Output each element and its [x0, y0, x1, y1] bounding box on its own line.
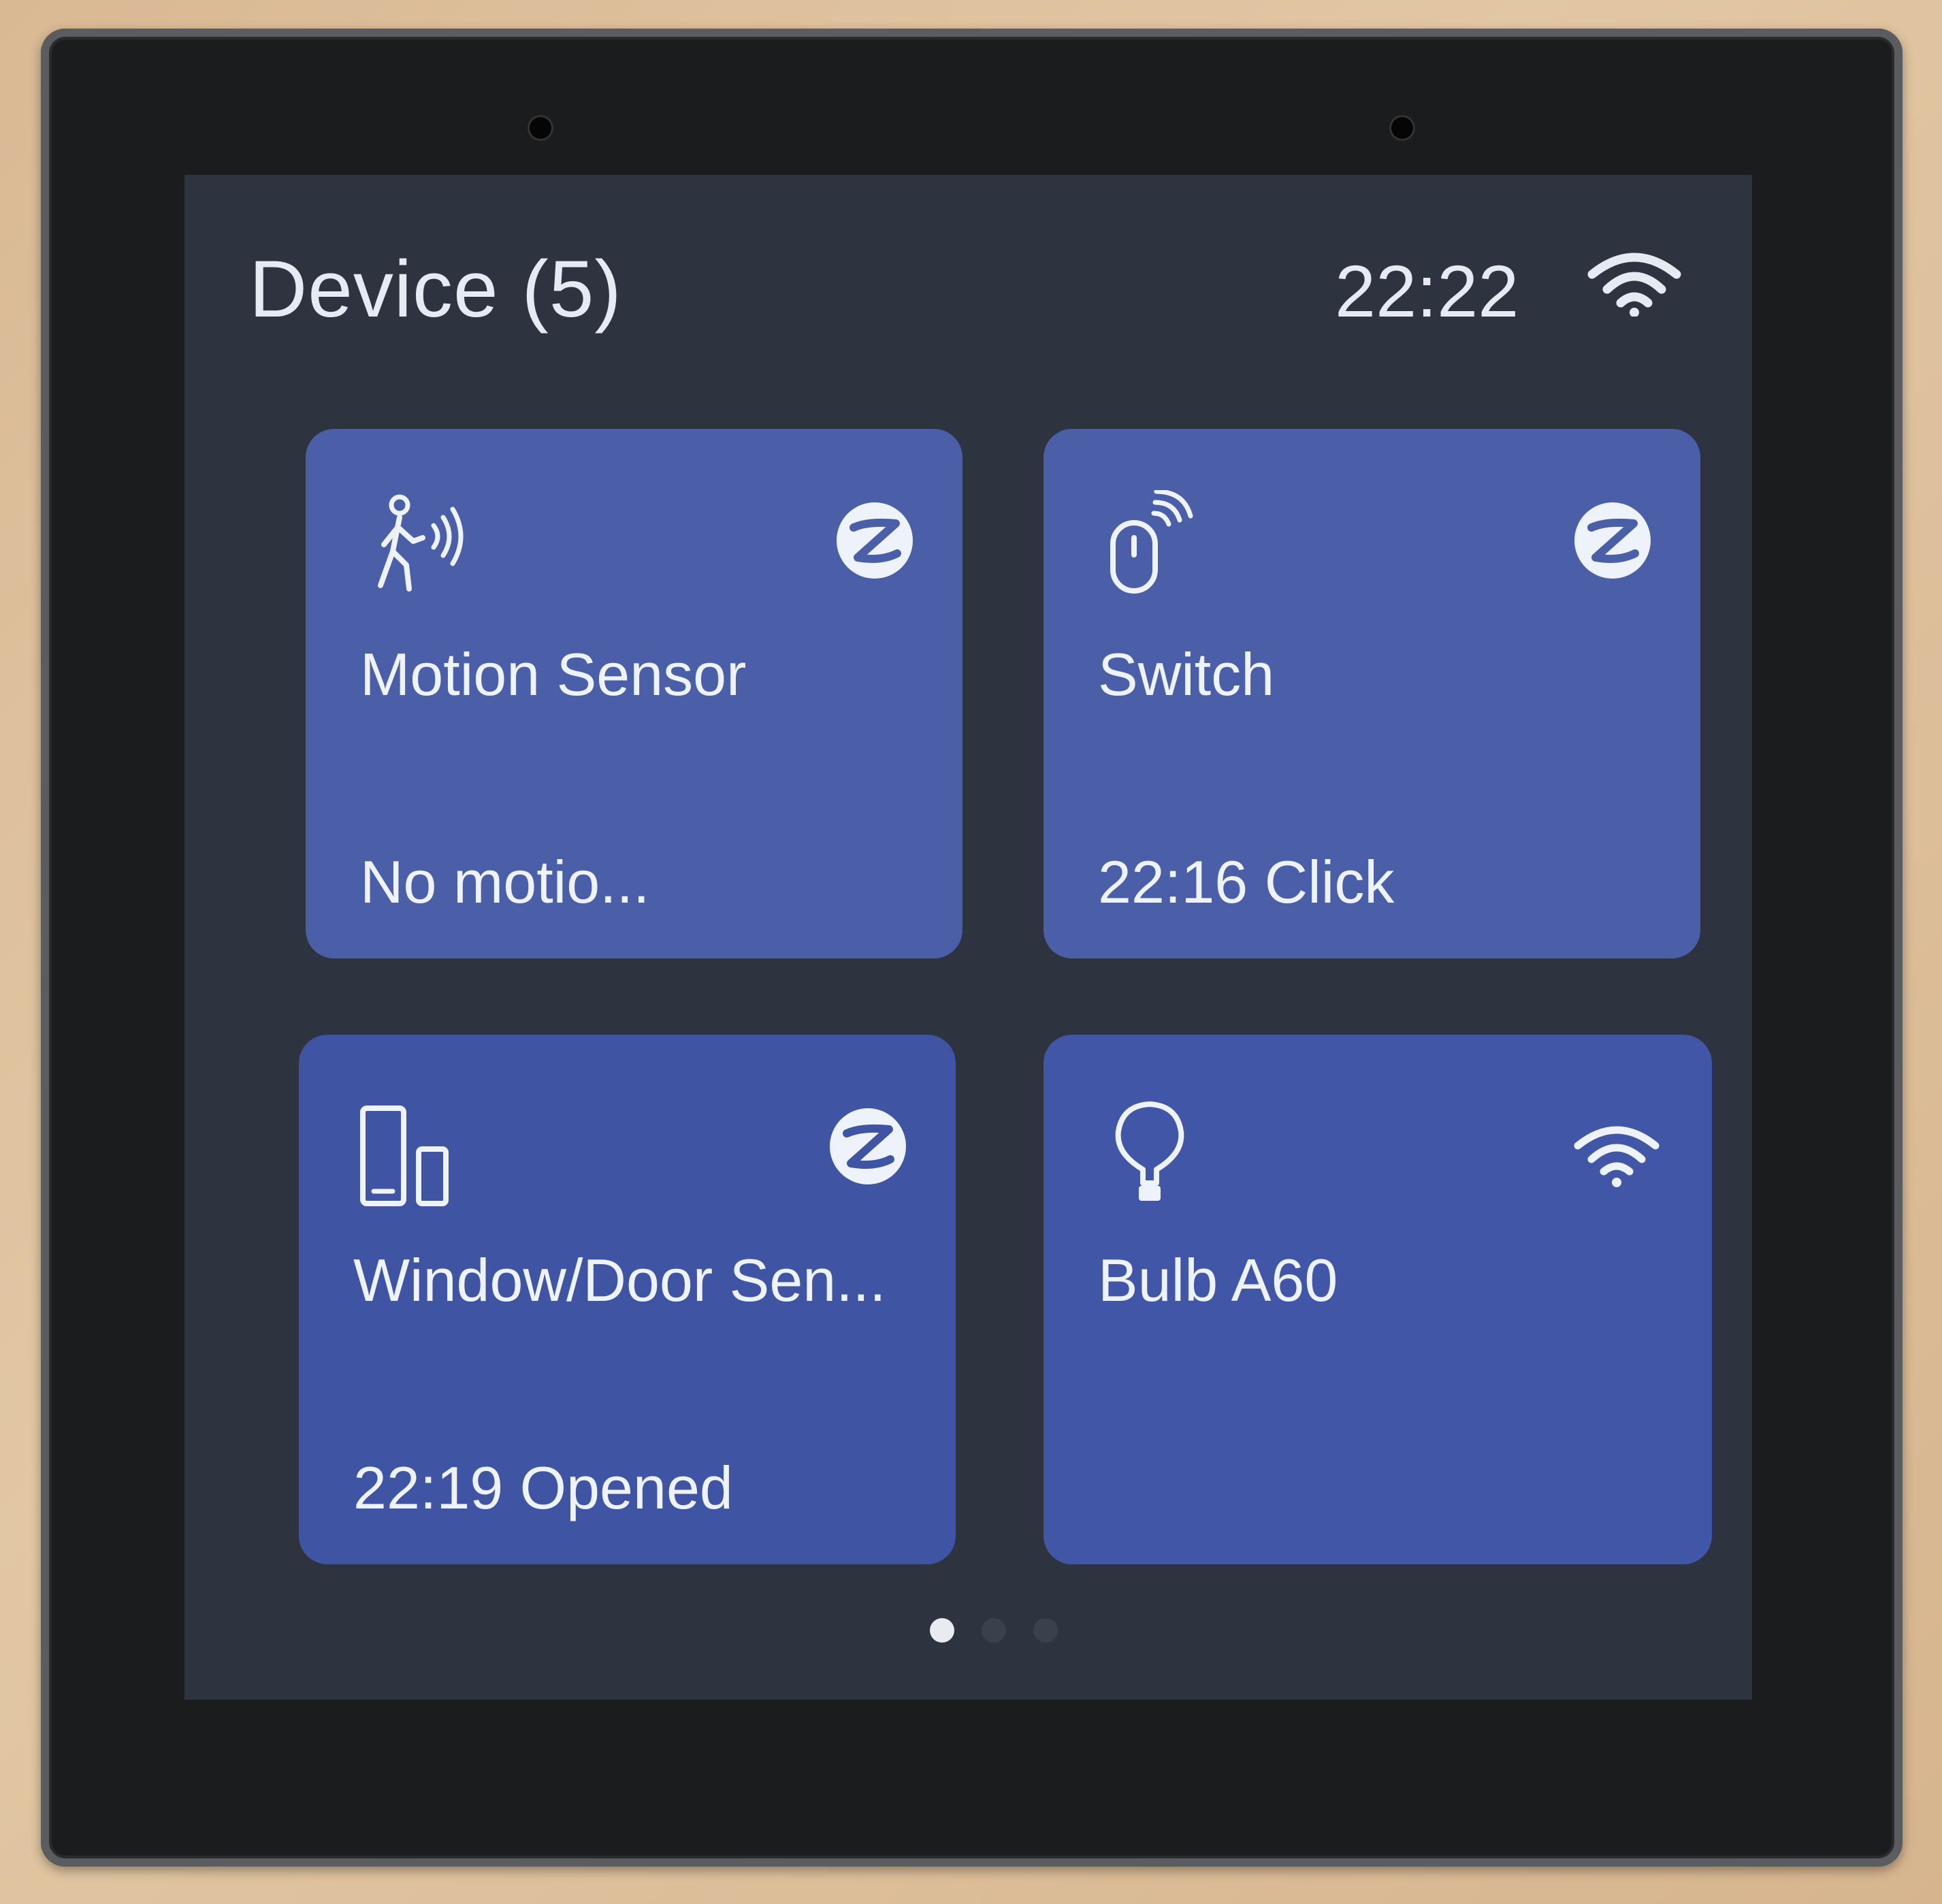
wifi-icon [1574, 1126, 1660, 1187]
zigbee-icon [1574, 502, 1651, 579]
zigbee-icon [837, 502, 913, 579]
motion-sensor-icon [378, 494, 464, 592]
microphone-hole-left [530, 117, 551, 139]
bulb-icon [1115, 1101, 1184, 1201]
page-title: Device (5) [249, 244, 622, 334]
device-name: Motion Sensor [360, 641, 747, 708]
page-dot-3[interactable] [1033, 1618, 1058, 1643]
page-indicator[interactable] [930, 1618, 1058, 1643]
wifi-icon [1587, 253, 1681, 317]
device-status: 22:19 Opened [353, 1454, 733, 1521]
device-status: No motio... [360, 848, 650, 916]
smart-panel-device: Device (5) 22:22 Motion Sensor No motio.… [41, 29, 1903, 1867]
device-card-switch[interactable]: Switch 22:16 Click [1043, 429, 1700, 958]
device-card-bulb[interactable]: Bulb A60 [1043, 1035, 1712, 1564]
page-dot-2[interactable] [982, 1618, 1006, 1643]
zigbee-icon [830, 1108, 906, 1184]
device-name: Switch [1098, 641, 1275, 708]
device-name: Window/Door Sen... [353, 1246, 886, 1314]
clock: 22:22 [1335, 250, 1519, 332]
device-name: Bulb A60 [1098, 1246, 1338, 1314]
page-dot-1[interactable] [930, 1618, 954, 1643]
wireless-switch-icon [1110, 490, 1193, 594]
device-card-window-door-sensor[interactable]: Window/Door Sen... 22:19 Opened [299, 1035, 956, 1564]
microphone-hole-right [1391, 117, 1413, 139]
touch-screen: Device (5) 22:22 Motion Sensor No motio.… [184, 175, 1752, 1700]
window-door-sensor-icon [360, 1106, 449, 1206]
device-status: 22:16 Click [1098, 848, 1395, 916]
device-card-motion-sensor[interactable]: Motion Sensor No motio... [306, 429, 962, 958]
